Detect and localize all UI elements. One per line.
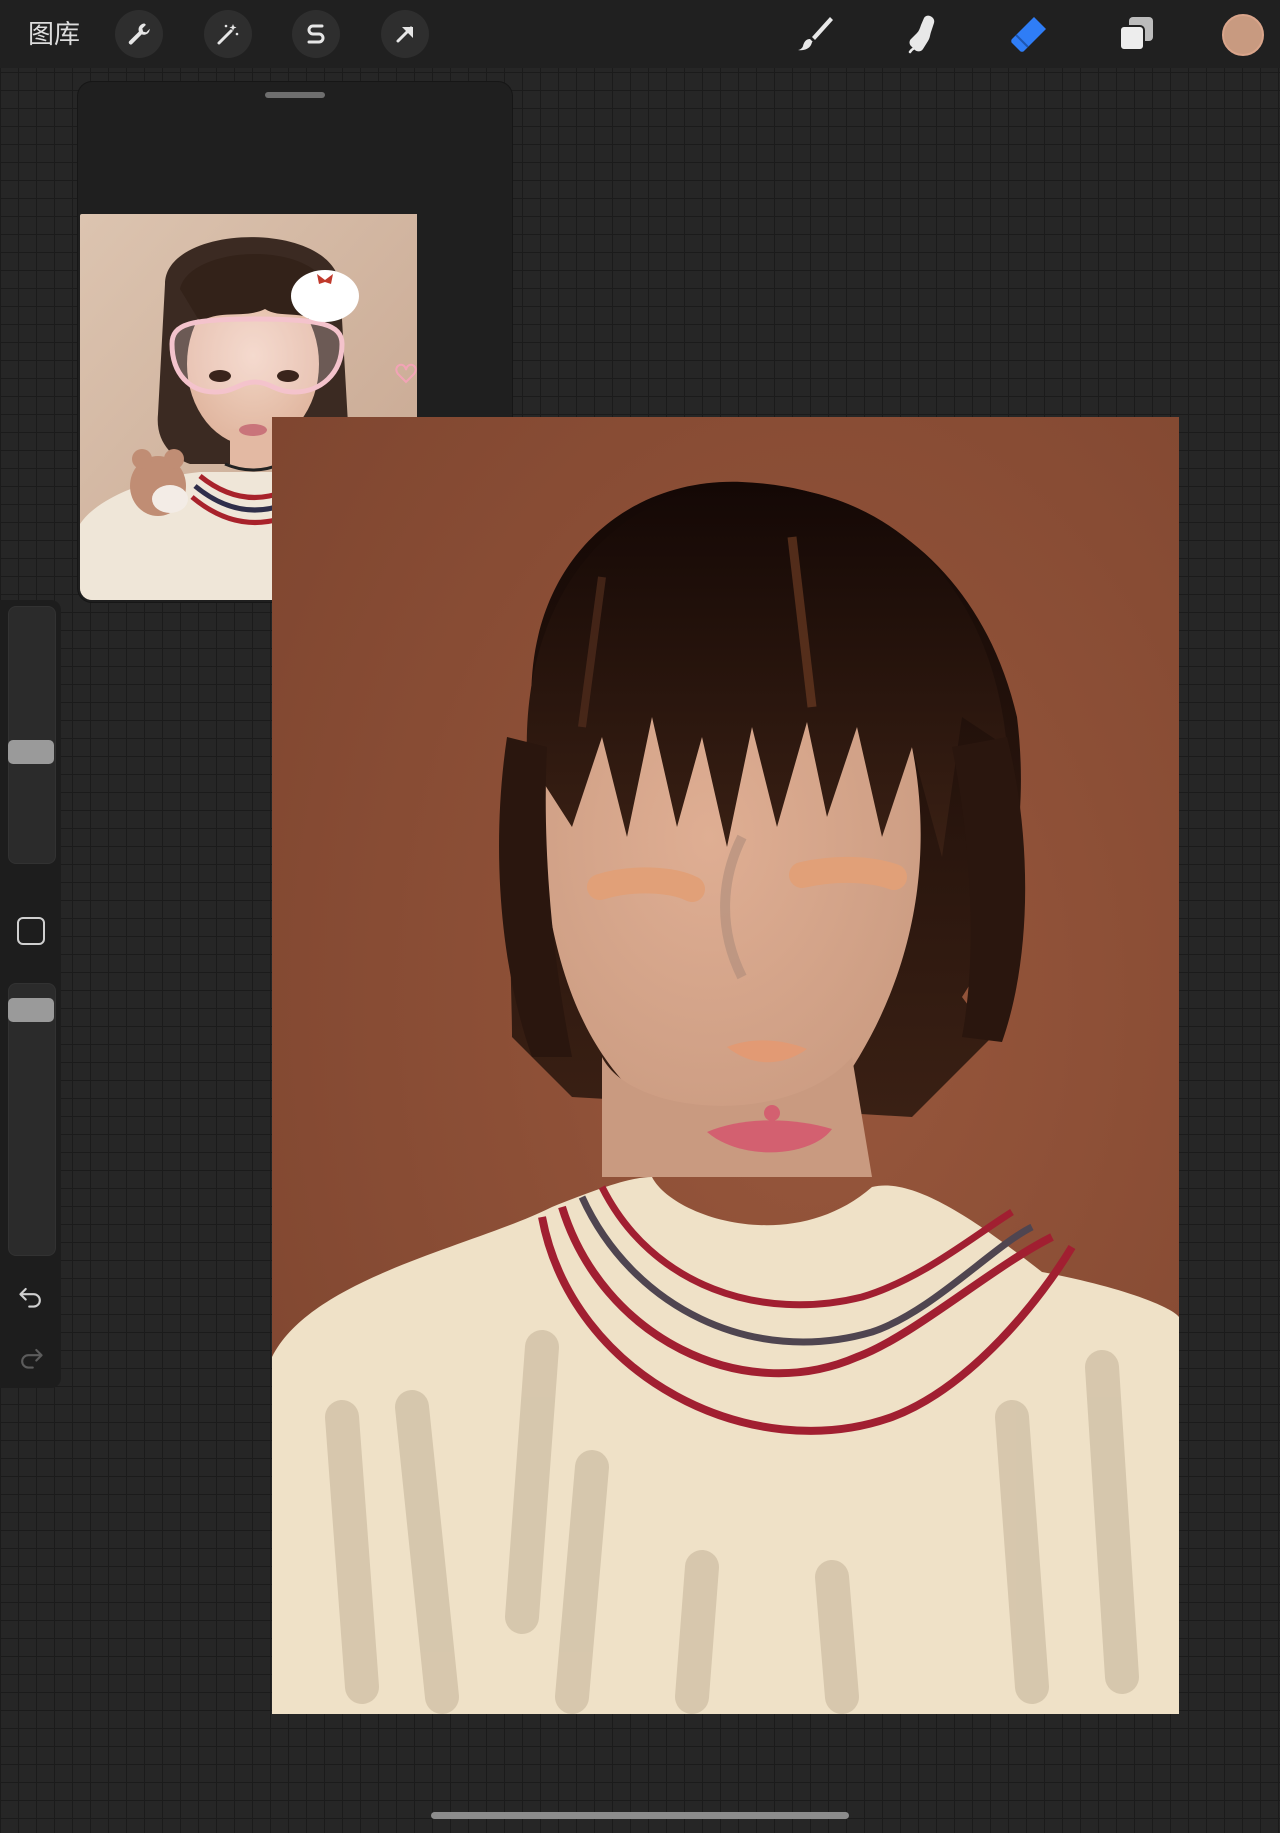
undo-icon bbox=[19, 1287, 41, 1308]
color-swatch[interactable] bbox=[1222, 14, 1264, 56]
eraser-icon bbox=[1011, 17, 1046, 52]
magic-wand-icon bbox=[217, 24, 239, 45]
drawing-canvas[interactable] bbox=[272, 417, 1179, 1714]
layers-button[interactable] bbox=[1110, 10, 1162, 58]
redo-button[interactable] bbox=[14, 1340, 48, 1374]
brush-tool-button[interactable] bbox=[788, 10, 840, 58]
smudge-tool-button[interactable] bbox=[896, 10, 948, 58]
layers-icon bbox=[1119, 17, 1153, 51]
reference-grabber[interactable] bbox=[265, 92, 325, 98]
adjustments-button[interactable] bbox=[204, 10, 252, 58]
brush-size-thumb[interactable] bbox=[8, 740, 54, 764]
undo-button[interactable] bbox=[14, 1279, 48, 1313]
selection-s-icon bbox=[307, 24, 325, 44]
selection-button[interactable] bbox=[292, 10, 340, 58]
modify-button[interactable] bbox=[17, 917, 45, 945]
actions-button[interactable] bbox=[115, 10, 163, 58]
arrow-cursor-icon bbox=[396, 26, 413, 43]
gallery-link[interactable]: 图库 bbox=[28, 16, 80, 52]
redo-icon bbox=[21, 1348, 43, 1369]
transform-button[interactable] bbox=[381, 10, 429, 58]
smudge-finger-icon bbox=[908, 15, 935, 54]
wrench-icon bbox=[128, 23, 150, 45]
paintbrush-icon bbox=[798, 17, 833, 51]
opacity-thumb[interactable] bbox=[8, 998, 54, 1022]
opacity-slider[interactable] bbox=[8, 983, 56, 1256]
home-indicator[interactable] bbox=[431, 1812, 849, 1819]
top-toolbar: 图库 bbox=[0, 0, 1280, 68]
brush-size-slider[interactable] bbox=[8, 606, 56, 864]
procreate-workspace: 图库 bbox=[0, 0, 1280, 1833]
eraser-tool-button[interactable] bbox=[1002, 10, 1054, 58]
